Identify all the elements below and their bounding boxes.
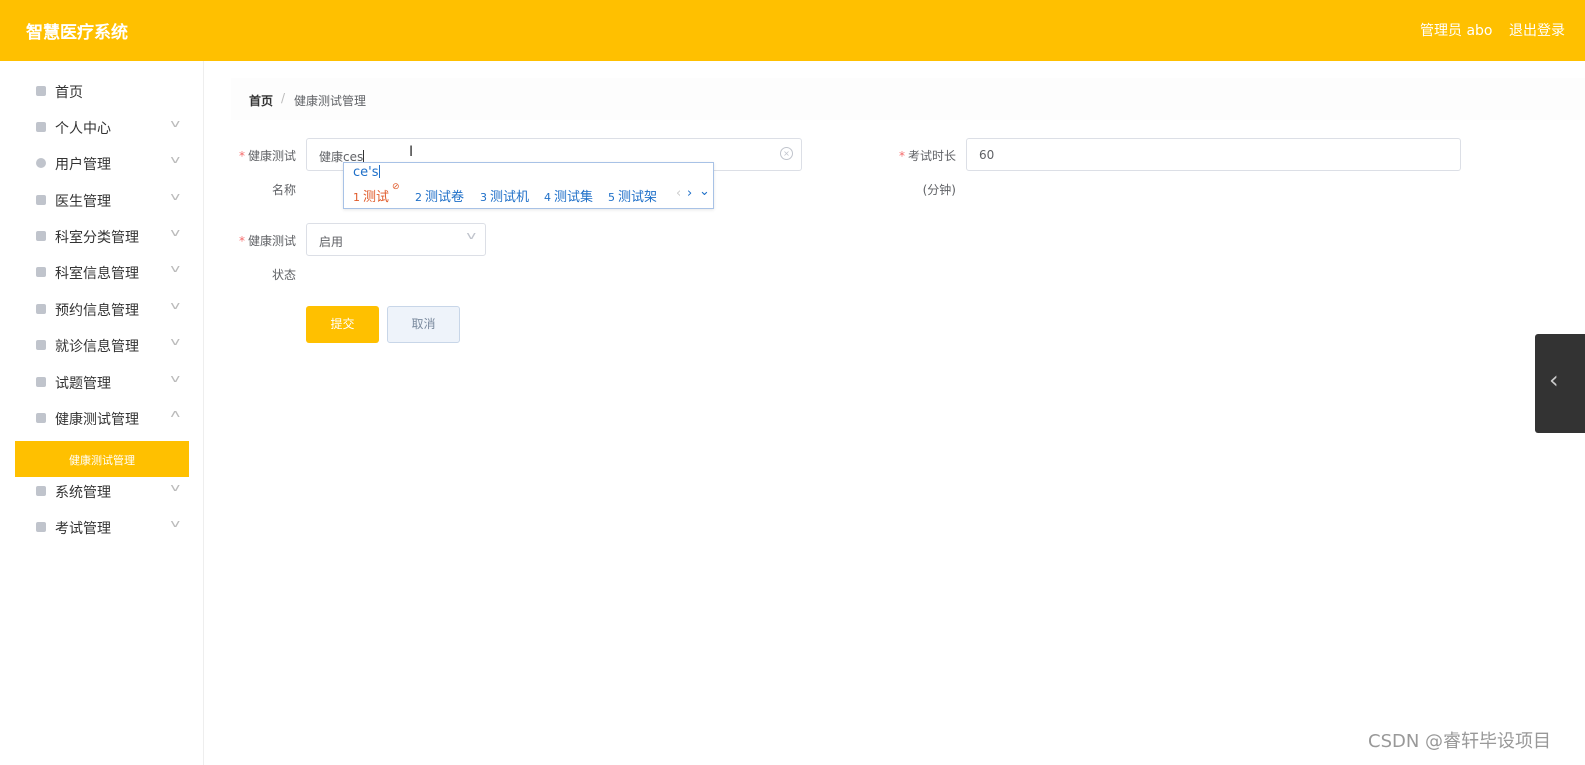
- chevron-down-icon: v: [170, 481, 181, 494]
- document-icon: [36, 377, 46, 387]
- required-mark: *: [238, 234, 245, 248]
- sidebar-item-label: 个人中心: [55, 121, 111, 137]
- chevron-down-icon: v: [170, 335, 181, 348]
- chevron-down-icon: v: [170, 372, 181, 385]
- status-select[interactable]: 启用 v: [306, 223, 486, 256]
- cup-icon: [36, 304, 46, 314]
- sidebar-item-visit-info[interactable]: 就诊信息管理 v: [0, 327, 204, 363]
- breadcrumb-separator: /: [281, 91, 286, 105]
- breadcrumb-current: 健康测试管理: [294, 94, 367, 108]
- sidebar-item-user-management[interactable]: 用户管理 v: [0, 145, 204, 181]
- clipboard-icon: [36, 231, 46, 241]
- ime-candidate-2[interactable]: 2 测试卷: [415, 186, 464, 205]
- chevron-down-icon: v: [170, 190, 181, 203]
- duration-input[interactable]: 60: [966, 138, 1461, 171]
- ime-caret: [378, 165, 380, 178]
- required-mark: *: [898, 149, 905, 163]
- status-label: * 健康测试: [236, 232, 296, 249]
- breadcrumb: 首页 / 健康测试管理: [231, 78, 1585, 120]
- current-user: 管理员 abo: [1420, 23, 1493, 39]
- duration-value: 60: [979, 148, 995, 162]
- apps-icon: [36, 522, 46, 532]
- duration-label-text: 考试时长: [907, 149, 956, 163]
- user-icon: [36, 122, 46, 132]
- sidebar-item-appointment[interactable]: 预约信息管理 v: [0, 291, 204, 327]
- sidebar-item-doctor-management[interactable]: 医生管理 v: [0, 182, 204, 218]
- sidebar-item-health-test[interactable]: 健康测试管理 v: [0, 400, 204, 436]
- app-title: 智慧医疗系统: [26, 23, 128, 43]
- sidebar-item-label: 科室分类管理: [55, 230, 139, 246]
- sidebar-item-label: 用户管理: [55, 157, 111, 173]
- bar-chart-icon: [36, 413, 46, 423]
- ime-composition: ce's: [353, 165, 380, 180]
- ime-next-icon[interactable]: ›: [687, 186, 692, 201]
- logout-link[interactable]: 退出登录: [1509, 20, 1565, 40]
- top-header: 智慧医疗系统 管理员 abo 退出登录: [0, 0, 1585, 61]
- status-select-value: 启用: [319, 235, 344, 249]
- sidebar-item-label: 科室信息管理: [55, 266, 139, 282]
- chevron-down-icon: v: [170, 117, 181, 130]
- sidebar-item-system[interactable]: 系统管理 v: [0, 473, 204, 509]
- ime-candidate-5[interactable]: 5 测试架: [608, 186, 657, 205]
- sidebar-item-label: 预约信息管理: [55, 303, 139, 319]
- duration-label-unit: (分钟): [922, 183, 956, 197]
- chevron-down-icon: v: [170, 299, 181, 312]
- status-label-line2: 状态: [271, 268, 296, 282]
- ime-expand-icon[interactable]: ⌄: [699, 184, 710, 199]
- name-label-text: 健康测试: [247, 149, 296, 163]
- clear-icon[interactable]: ×: [780, 147, 793, 160]
- sidebar-item-label: 健康测试管理: [55, 412, 139, 428]
- cancel-button[interactable]: 取消: [387, 306, 460, 343]
- list-icon: [36, 267, 46, 277]
- sidebar-item-label: 就诊信息管理: [55, 339, 139, 355]
- chevron-down-icon: v: [170, 517, 181, 530]
- ime-candidate-1[interactable]: 1 测试: [353, 186, 389, 205]
- home-icon: [36, 86, 46, 96]
- sidebar-item-label: 考试管理: [55, 521, 111, 537]
- submit-button[interactable]: 提交: [306, 306, 379, 343]
- sidebar-item-exam[interactable]: 考试管理 v: [0, 509, 204, 545]
- chevron-left-icon: ‹: [1549, 366, 1559, 394]
- briefcase-icon: [36, 340, 46, 350]
- chevron-down-icon: v: [466, 229, 477, 242]
- status-label-text: 健康测试: [247, 234, 296, 248]
- ime-candidate-3[interactable]: 3 测试机: [480, 186, 529, 205]
- sidebar-item-personal-center[interactable]: 个人中心 v: [0, 109, 204, 145]
- name-label: * 健康测试: [236, 147, 296, 164]
- sidebar-subitem-label: 健康测试管理: [69, 454, 135, 467]
- sidebar: 首页 个人中心 v 用户管理 v 医生管理 v 科室分类管理 v 科室信息管理 …: [0, 61, 204, 765]
- text-cursor-icon: I: [409, 144, 414, 160]
- sidebar-item-label: 系统管理: [55, 485, 111, 501]
- chevron-down-icon: v: [170, 262, 181, 275]
- sidebar-subitem-health-test[interactable]: 健康测试管理: [15, 441, 189, 477]
- ime-delete-icon[interactable]: ⊘: [392, 182, 400, 192]
- sidebar-item-label: 试题管理: [55, 376, 111, 392]
- sidebar-item-label: 医生管理: [55, 194, 111, 210]
- chevron-down-icon: v: [170, 153, 181, 166]
- grid-icon: [36, 486, 46, 496]
- breadcrumb-home[interactable]: 首页: [249, 92, 273, 109]
- watermark: CSDN @睿轩毕设项目: [1368, 731, 1552, 752]
- required-mark: *: [238, 149, 245, 163]
- sidebar-item-department-info[interactable]: 科室信息管理 v: [0, 254, 204, 290]
- side-panel-toggle[interactable]: ‹: [1535, 334, 1585, 433]
- duration-label: * 考试时长: [890, 147, 956, 164]
- sidebar-item-home[interactable]: 首页: [0, 73, 204, 109]
- chevron-up-icon: v: [170, 408, 181, 421]
- ime-prev-icon[interactable]: ‹: [676, 186, 681, 201]
- location-pin-icon: [36, 158, 46, 168]
- sidebar-item-label: 首页: [55, 85, 83, 101]
- chevron-down-icon: v: [170, 226, 181, 239]
- sidebar-item-question-management[interactable]: 试题管理 v: [0, 364, 204, 400]
- name-label-line2: 名称: [271, 183, 296, 197]
- ime-candidate-4[interactable]: 4 测试集: [544, 186, 593, 205]
- grid-icon: [36, 195, 46, 205]
- sidebar-item-department-category[interactable]: 科室分类管理 v: [0, 218, 204, 254]
